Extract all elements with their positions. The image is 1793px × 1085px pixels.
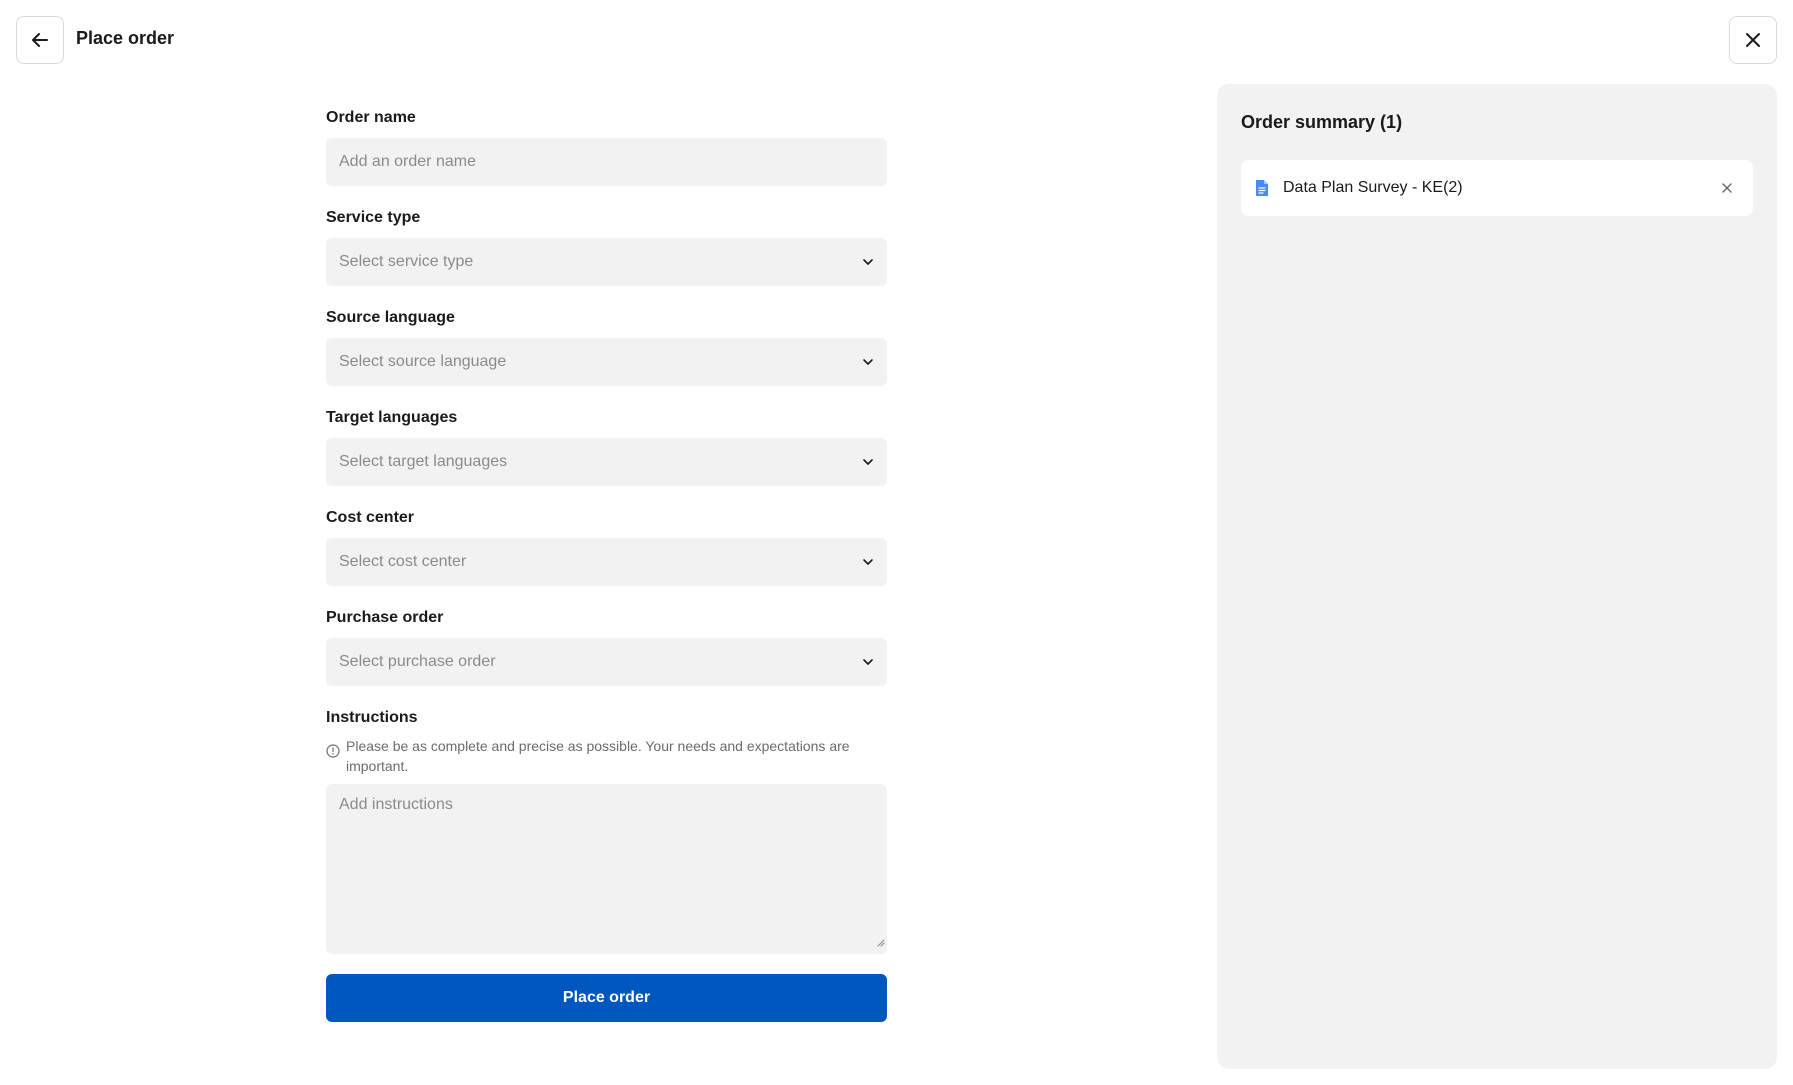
service-type-placeholder: Select service type — [339, 253, 474, 270]
chevron-down-icon — [861, 255, 875, 274]
target-languages-placeholder: Select target languages — [339, 453, 508, 470]
close-icon — [1743, 30, 1763, 50]
summary-item-name: Data Plan Survey - KE(2) — [1283, 179, 1463, 196]
instructions-hint: Please be as complete and precise as pos… — [326, 736, 887, 776]
summary-list-item: Data Plan Survey - KE(2) — [1241, 160, 1753, 216]
source-language-select[interactable]: Select source language — [326, 338, 887, 386]
order-form: Order name Add an order name Service typ… — [326, 108, 887, 1022]
cost-center-label: Cost center — [326, 509, 415, 526]
order-name-field: Order name Add an order name — [326, 108, 887, 186]
chevron-down-icon — [861, 355, 875, 374]
source-language-label: Source language — [326, 309, 455, 326]
source-language-field: Source language Select source language — [326, 308, 887, 386]
chevron-down-icon — [861, 655, 875, 674]
target-languages-select[interactable]: Select target languages — [326, 438, 887, 486]
order-name-label: Order name — [326, 109, 416, 126]
service-type-field: Service type Select service type — [326, 208, 887, 286]
resize-handle-icon[interactable] — [875, 934, 885, 952]
service-type-label: Service type — [326, 209, 421, 226]
chevron-down-icon — [861, 555, 875, 574]
chevron-down-icon — [861, 455, 875, 474]
document-icon — [1255, 179, 1269, 197]
back-button[interactable] — [16, 16, 64, 64]
arrow-left-icon — [30, 30, 50, 50]
instructions-placeholder: Add instructions — [339, 796, 453, 813]
service-type-select[interactable]: Select service type — [326, 238, 887, 286]
place-order-page: Place order Order name Add an order name… — [0, 0, 1793, 1085]
place-order-button[interactable]: Place order — [326, 974, 887, 1022]
instructions-label: Instructions — [326, 709, 418, 726]
cost-center-select[interactable]: Select cost center — [326, 538, 887, 586]
cost-center-field: Cost center Select cost center — [326, 508, 887, 586]
order-name-placeholder: Add an order name — [339, 153, 476, 170]
target-languages-field: Target languages Select target languages — [326, 408, 887, 486]
instructions-field: Instructions Please be as complete and p… — [326, 708, 887, 954]
order-summary-panel: Order summary (1) Data Plan Survey - KE(… — [1217, 84, 1777, 1069]
instructions-textarea[interactable]: Add instructions — [326, 784, 887, 954]
source-language-placeholder: Select source language — [339, 353, 507, 370]
order-name-input[interactable]: Add an order name — [326, 138, 887, 186]
purchase-order-select[interactable]: Select purchase order — [326, 638, 887, 686]
close-button[interactable] — [1729, 16, 1777, 64]
purchase-order-field: Purchase order Select purchase order — [326, 608, 887, 686]
instructions-hint-text: Please be as complete and precise as pos… — [346, 738, 850, 774]
cost-center-placeholder: Select cost center — [339, 553, 467, 570]
remove-item-button[interactable] — [1717, 178, 1737, 198]
target-languages-label: Target languages — [326, 409, 458, 426]
purchase-order-label: Purchase order — [326, 609, 444, 626]
order-summary-title: Order summary (1) — [1241, 112, 1403, 132]
info-icon — [326, 743, 340, 776]
page-title: Place order — [76, 28, 175, 48]
purchase-order-placeholder: Select purchase order — [339, 653, 496, 670]
